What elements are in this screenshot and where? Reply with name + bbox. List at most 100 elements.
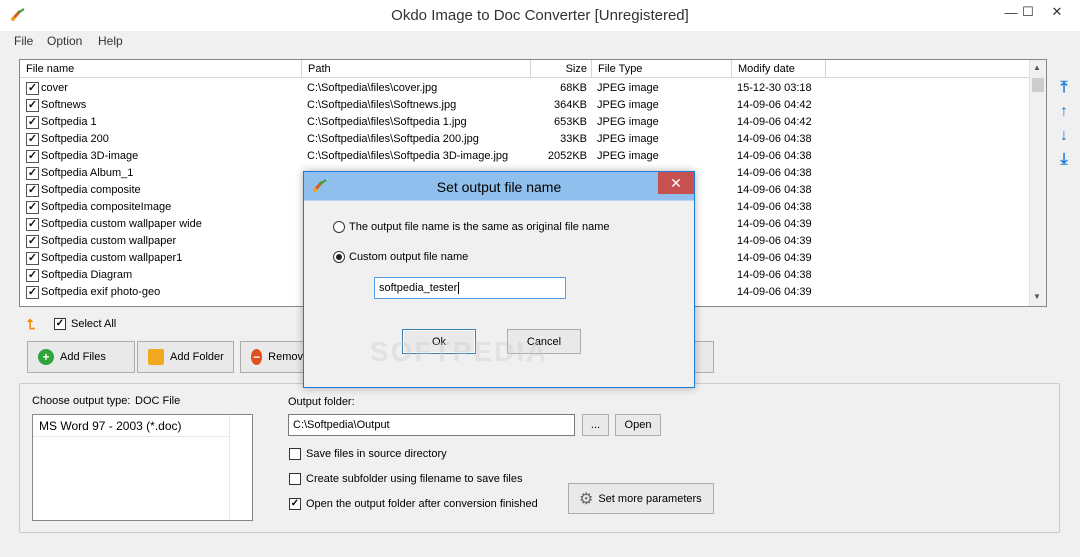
row-size: 68KB (560, 82, 587, 94)
move-up-icon[interactable]: ↑ (1056, 104, 1072, 120)
dialog-title-bar: Set output file name ✕ (304, 172, 694, 200)
table-row[interactable]: ✓ cover C:\Softpedia\files\cover.jpg 68KB JP… (20, 80, 1030, 97)
set-parameters-label: Set more parameters (598, 492, 702, 505)
row-type: JPEG image (597, 99, 659, 111)
move-down-icon[interactable]: ↓ (1056, 128, 1072, 144)
save-source-checkbox[interactable] (289, 448, 301, 460)
row-checkbox[interactable]: ✓ (26, 184, 39, 197)
table-row[interactable]: ✓ Softpedia 1 C:\Softpedia\files\Softpedia… (20, 114, 1030, 131)
row-date: 14-09-06 04:39 (737, 218, 812, 230)
dialog-close-button[interactable]: ✕ (658, 172, 694, 194)
row-size: 2052KB (547, 150, 587, 162)
column-header-name[interactable]: File name (20, 60, 302, 78)
row-file-name: Softpedia Diagram (41, 269, 133, 281)
output-format-list[interactable]: MS Word 97 - 2003 (*.doc) (32, 414, 253, 521)
format-item[interactable]: MS Word 97 - 2003 (*.doc) (33, 415, 229, 437)
radio-same-name[interactable] (333, 221, 345, 233)
set-parameters-button[interactable]: ⚙ Set more parameters (568, 483, 714, 514)
row-checkbox[interactable]: ✓ (26, 133, 39, 146)
open-output-checkbox[interactable]: ✓ (289, 498, 301, 510)
add-folder-button[interactable]: Add Folder (137, 341, 234, 373)
up-folder-icon[interactable]: ⮤ (27, 316, 35, 333)
output-folder-input[interactable]: C:\Softpedia\Output (288, 414, 575, 436)
open-button[interactable]: Open (615, 414, 661, 436)
scroll-thumb[interactable] (1032, 78, 1044, 92)
browse-button[interactable]: ... (582, 414, 609, 436)
row-path: C:\Softpedia\files\Softpedia 1.jpg (307, 116, 467, 128)
row-checkbox[interactable]: ✓ (26, 201, 39, 214)
radio-custom-name-label: Custom output file name (349, 251, 469, 263)
add-files-label: Add Files (60, 351, 106, 363)
vertical-scrollbar[interactable]: ▲ ▼ (1029, 60, 1046, 306)
watermark-text: SOFTPEDIA (370, 336, 549, 367)
row-file-name: Softpedia compositeImage (41, 201, 172, 213)
row-date: 14-09-06 04:42 (737, 116, 812, 128)
remove-button[interactable]: − Remov (240, 341, 304, 373)
row-file-name: Softpedia custom wallpaper1 (41, 252, 183, 264)
row-file-name: Softpedia 3D-image (41, 150, 139, 162)
menu-help[interactable]: Help (98, 34, 123, 48)
move-bottom-icon[interactable]: ⤓ (1056, 152, 1072, 168)
row-file-name: Softpedia exif photo-geo (41, 286, 161, 298)
column-header-size[interactable]: Size (531, 60, 592, 78)
column-header-path[interactable]: Path (302, 60, 531, 78)
row-date: 14-09-06 04:38 (737, 184, 812, 196)
column-header-date[interactable]: Modify date (732, 60, 826, 78)
table-row[interactable]: ✓ Softpedia 200 C:\Softpedia\files\Softped… (20, 131, 1030, 148)
row-checkbox[interactable]: ✓ (26, 286, 39, 299)
radio-custom-name[interactable] (333, 251, 345, 263)
row-checkbox[interactable]: ✓ (26, 150, 39, 163)
select-all-checkbox[interactable]: ✓ (54, 318, 66, 330)
menu-file[interactable]: File (14, 34, 33, 48)
table-row[interactable]: ✓ Softnews C:\Softpedia\files\Softnews.jpg… (20, 97, 1030, 114)
create-subfolder-label: Create subfolder using filename to save … (306, 473, 523, 485)
save-source-label: Save files in source directory (306, 448, 447, 460)
add-files-button[interactable]: + Add Files (27, 341, 135, 373)
column-header-empty (826, 60, 1030, 78)
row-date: 14-09-06 04:39 (737, 252, 812, 264)
row-size: 364KB (553, 99, 587, 111)
row-path: C:\Softpedia\files\Softpedia 3D-image.jp… (307, 150, 509, 162)
row-type: JPEG image (597, 150, 659, 162)
row-file-name: Softpedia 1 (41, 116, 97, 128)
row-date: 14-09-06 04:42 (737, 99, 812, 111)
row-checkbox[interactable]: ✓ (26, 116, 39, 129)
row-checkbox[interactable]: ✓ (26, 235, 39, 248)
scroll-up-icon[interactable]: ▲ (1033, 63, 1041, 72)
row-checkbox[interactable]: ✓ (26, 99, 39, 112)
row-file-name: Softpedia Album_1 (41, 167, 134, 179)
custom-filename-input[interactable]: softpedia_tester (374, 277, 566, 299)
plus-icon: + (38, 349, 54, 365)
output-type-value: DOC File (135, 395, 181, 407)
row-checkbox[interactable]: ✓ (26, 218, 39, 231)
column-header-type[interactable]: File Type (592, 60, 732, 78)
row-date: 15-12-30 03:18 (737, 82, 812, 94)
dialog-title: Set output file name (436, 179, 562, 195)
row-checkbox[interactable]: ✓ (26, 252, 39, 265)
row-checkbox[interactable]: ✓ (26, 269, 39, 282)
row-file-name: cover (41, 82, 68, 94)
hidden-button-edge[interactable] (694, 341, 714, 373)
remove-icon: − (251, 349, 263, 365)
row-type: JPEG image (597, 133, 659, 145)
row-checkbox[interactable]: ✓ (26, 167, 39, 180)
title-bar: Okdo Image to Doc Converter [Unregistere… (0, 0, 1080, 31)
gear-icon: ⚙ (579, 490, 594, 508)
menu-option[interactable]: Option (47, 34, 82, 48)
table-row[interactable]: ✓ Softpedia 3D-image C:\Softpedia\files\So… (20, 148, 1030, 165)
row-date: 14-09-06 04:39 (737, 235, 812, 247)
close-button[interactable]: ✕ (1034, 0, 1080, 24)
row-date: 14-09-06 04:38 (737, 167, 812, 179)
row-date: 14-09-06 04:39 (737, 286, 812, 298)
text-cursor (458, 282, 460, 294)
folder-icon (148, 349, 164, 365)
row-checkbox[interactable]: ✓ (26, 82, 39, 95)
create-subfolder-checkbox[interactable] (289, 473, 301, 485)
row-size: 653KB (553, 116, 587, 128)
row-file-name: Softpedia custom wallpaper (41, 235, 177, 247)
open-output-label: Open the output folder after conversion … (306, 498, 538, 510)
scroll-down-icon[interactable]: ▼ (1033, 292, 1041, 301)
row-type: JPEG image (597, 116, 659, 128)
select-all-label: Select All (71, 318, 117, 330)
move-top-icon[interactable]: ⤒ (1056, 80, 1072, 96)
